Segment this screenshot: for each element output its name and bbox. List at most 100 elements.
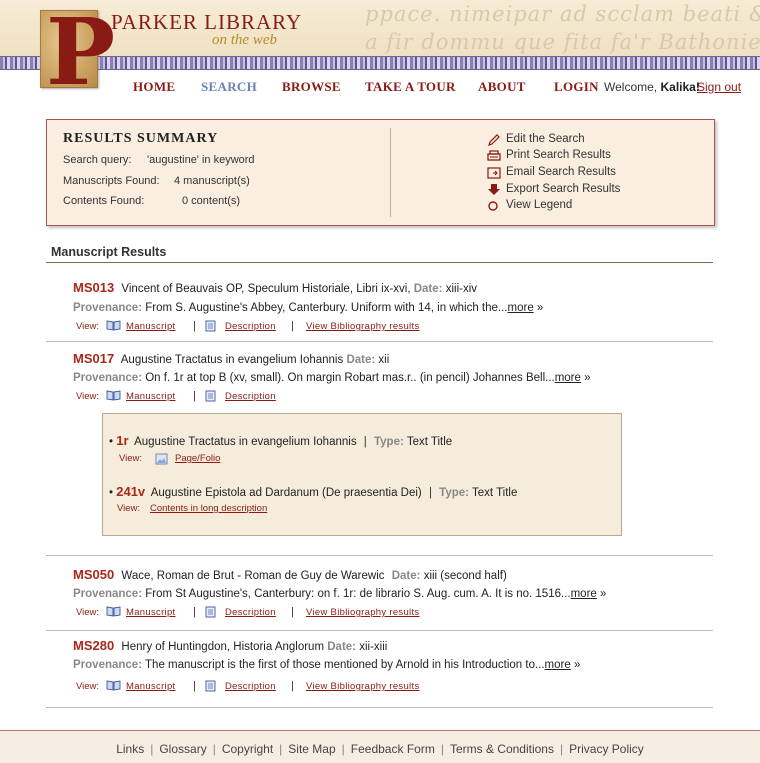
footer-separator: | <box>341 742 345 756</box>
summary-divider <box>390 128 391 217</box>
view-label: View: <box>76 681 100 692</box>
provenance-label: Provenance: <box>73 659 143 671</box>
footer-separator: | <box>212 742 216 756</box>
view-links-ms017: View: Manuscript | Description <box>76 390 376 403</box>
content-view-241v: View: Contents in long description <box>117 503 377 517</box>
date-label: Date: <box>327 641 357 653</box>
results-rule <box>46 262 713 263</box>
nav-browse[interactable]: BROWSE <box>282 79 341 95</box>
provenance-text: The manuscript is the first of those men… <box>145 659 545 671</box>
description-link[interactable]: Description <box>225 607 276 618</box>
view-label: View: <box>76 607 100 618</box>
manuscript-link[interactable]: Manuscript <box>126 321 175 332</box>
bullet: • <box>109 487 114 499</box>
signout-link[interactable]: Sign out <box>697 80 741 94</box>
query-value: 'augustine' in keyword <box>147 154 255 166</box>
content-type: Text Title <box>406 436 453 448</box>
more-link[interactable]: more <box>571 588 597 600</box>
date-label: Date: <box>391 570 421 582</box>
content-separator: | <box>363 436 367 448</box>
manuscript-link[interactable]: Manuscript <box>126 391 175 402</box>
edit-search-label[interactable]: Edit the Search <box>506 133 585 145</box>
provenance-label: Provenance: <box>73 302 143 314</box>
ms-title: Henry of Huntingdon, Historia Anglorum <box>121 641 325 653</box>
view-label: View: <box>117 503 141 514</box>
provenance-text: From S. Augustine's Abbey, Canterbury. U… <box>145 302 508 314</box>
document-icon <box>205 390 216 402</box>
ms-id-link[interactable]: MS017 <box>73 351 114 366</box>
result-separator <box>46 341 713 342</box>
description-link[interactable]: Description <box>225 681 276 692</box>
footer-link-copyright[interactable]: Copyright <box>222 742 273 756</box>
type-label: Type: <box>373 436 404 448</box>
manuscript-link[interactable]: Manuscript <box>126 681 175 692</box>
footer-link-links[interactable]: Links <box>116 742 144 756</box>
query-label: Search query: <box>63 154 132 166</box>
page-folio-link[interactable]: Page/Folio <box>175 453 220 464</box>
footer-link-site-map[interactable]: Site Map <box>288 742 335 756</box>
content-view-1r: View: Page/Folio <box>119 453 319 467</box>
welcome-text: Welcome, Kalika! <box>604 80 700 94</box>
content-id-link[interactable]: 1r <box>116 433 128 448</box>
bibliography-link[interactable]: View Bibliography results <box>306 681 419 692</box>
contents-found-label: Contents Found: <box>63 195 145 207</box>
ms-id-link[interactable]: MS013 <box>73 280 114 295</box>
ms-title: Wace, Roman de Brut - Roman de Guy de Wa… <box>121 570 385 582</box>
nav-login[interactable]: LOGIN <box>554 79 599 95</box>
contents-found-value: 0 content(s) <box>182 195 241 207</box>
pencil-icon <box>488 134 500 146</box>
nav-home[interactable]: HOME <box>133 79 175 95</box>
footer-separator: | <box>279 742 283 756</box>
more-link[interactable]: more <box>508 302 534 314</box>
bibliography-link[interactable]: View Bibliography results <box>306 321 419 332</box>
results-summary-box: RESULTS SUMMARY Search query: 'augustine… <box>46 119 715 226</box>
ms-date: xiii (second half) <box>423 570 507 582</box>
more-link[interactable]: more <box>545 659 571 671</box>
link-separator: | <box>193 390 196 402</box>
content-title: Augustine Epistola ad Dardanum (De praes… <box>150 487 422 499</box>
content-separator: | <box>428 487 432 499</box>
link-separator: | <box>291 680 294 692</box>
footer-links: Links | Glossary | Copyright | Site Map | Feedba… <box>0 742 760 756</box>
username: Kalika! <box>660 80 700 94</box>
book-icon <box>106 320 121 331</box>
description-link[interactable]: Description <box>225 391 276 402</box>
nav-search[interactable]: SEARCH <box>201 79 257 95</box>
content-id-link[interactable]: 241v <box>116 484 145 499</box>
ms-date: xii-xiii <box>359 641 388 653</box>
provenance-ms013: Provenance: From S. Augustine's Abbey, C… <box>73 302 543 314</box>
content-item-1r: • 1r Augustine Tractatus in evangelium I… <box>109 433 452 448</box>
view-links-ms280: View: Manuscript | Description | View Bi… <box>76 680 476 693</box>
bibliography-link[interactable]: View Bibliography results <box>306 607 419 618</box>
result-separator <box>46 630 713 631</box>
more-link[interactable]: more <box>555 372 581 384</box>
document-icon <box>205 680 216 692</box>
long-description-link[interactable]: Contents in long description <box>150 503 267 514</box>
footer-link-feedback-form[interactable]: Feedback Form <box>351 742 435 756</box>
nav-take-a-tour[interactable]: TAKE A TOUR <box>365 79 456 95</box>
ms-title: Vincent of Beauvais OP, Speculum Histori… <box>121 283 411 295</box>
manuscript-link[interactable]: Manuscript <box>126 607 175 618</box>
book-icon <box>106 606 121 617</box>
ms-id-link[interactable]: MS280 <box>73 638 114 653</box>
nav-about[interactable]: ABOUT <box>478 79 526 95</box>
result-row-ms017: MS017 Augustine Tractatus in evangelium … <box>73 351 389 366</box>
content-type: Text Title <box>472 487 518 499</box>
view-links-ms050: View: Manuscript | Description | View Bi… <box>76 606 476 619</box>
print-results-label[interactable]: Print Search Results <box>506 149 611 161</box>
footer-separator: | <box>440 742 444 756</box>
ms-id-link[interactable]: MS050 <box>73 567 114 582</box>
email-results-label[interactable]: Email Search Results <box>506 166 616 178</box>
provenance-ms280: Provenance: The manuscript is the first … <box>73 659 580 671</box>
footer-link-glossary[interactable]: Glossary <box>159 742 206 756</box>
description-link[interactable]: Description <box>225 321 276 332</box>
footer-link-terms[interactable]: Terms & Conditions <box>450 742 554 756</box>
link-separator: | <box>193 680 196 692</box>
manuscripts-found-label: Manuscripts Found: <box>63 175 160 187</box>
footer-link-privacy[interactable]: Privacy Policy <box>569 742 644 756</box>
ms-date: xiii-xiv <box>445 283 478 295</box>
site-subtitle: on the web <box>212 32 277 48</box>
more-arrow: » <box>536 302 544 314</box>
export-results-label[interactable]: Export Search Results <box>506 183 620 195</box>
view-legend-label[interactable]: View Legend <box>506 199 572 211</box>
